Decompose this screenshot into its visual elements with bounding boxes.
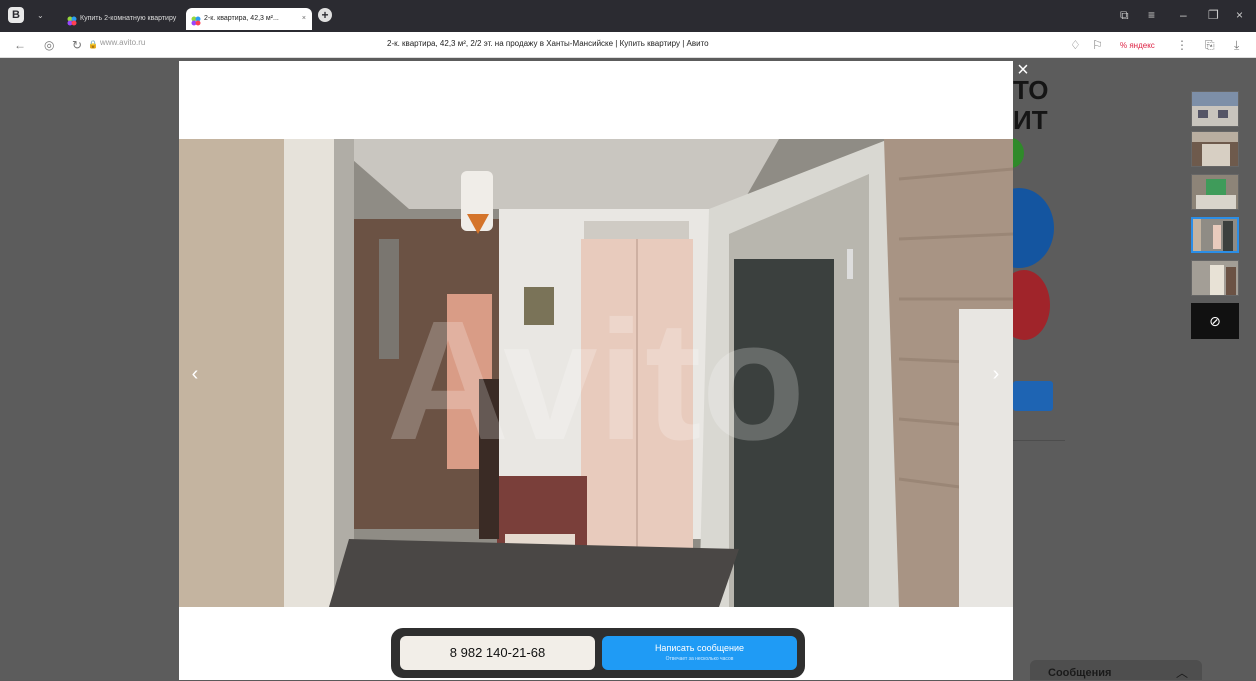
- write-message-button[interactable]: Написать сообщение Отвечает за несколько…: [602, 636, 797, 670]
- tab-label: Купить 2-комнатную квартиру: [80, 15, 177, 22]
- url-field[interactable]: www.avito.ru: [100, 38, 145, 47]
- new-tab-icon[interactable]: +: [318, 8, 332, 22]
- protect-icon[interactable]: ◎: [44, 37, 54, 53]
- tab-apartment-listing[interactable]: 2-к. квартира, 42,3 м²... ×: [186, 8, 312, 30]
- menu-icon[interactable]: ≡: [1148, 7, 1155, 23]
- messages-label: Сообщения: [1048, 667, 1112, 679]
- thumbnail-balcony[interactable]: [1191, 131, 1239, 167]
- response-time-label: Отвечает за несколько часов: [665, 656, 734, 662]
- avito-watermark: Avito: [387, 286, 806, 476]
- thumbnail-room[interactable]: [1191, 260, 1239, 296]
- messages-widget[interactable]: Сообщения ︿: [1030, 660, 1202, 680]
- close-window-icon[interactable]: ×: [1236, 7, 1243, 23]
- extension-icon[interactable]: ⎘: [1205, 37, 1215, 53]
- gallery-photo[interactable]: Avito: [179, 139, 1013, 607]
- shield-icon[interactable]: ♢: [1070, 37, 1081, 53]
- bg-button: [1013, 381, 1053, 411]
- lock-icon: 🔒: [88, 40, 98, 49]
- chevron-left-icon[interactable]: ‹: [180, 356, 210, 392]
- close-icon[interactable]: ×: [1012, 60, 1034, 82]
- contact-panel: 8 982 140-21-68 Написать сообщение Отвеч…: [391, 628, 805, 678]
- address-bar: ← ◎ ↻ 🔒 www.avito.ru 2-к. квартира, 42,3…: [0, 32, 1256, 58]
- write-message-label: Написать сообщение: [654, 643, 745, 653]
- reload-icon[interactable]: ↻: [72, 37, 82, 53]
- avito-favicon-icon: [191, 14, 201, 26]
- bookmarks-icon[interactable]: ⧉: [1120, 7, 1129, 23]
- restore-icon[interactable]: ❐: [1208, 7, 1219, 23]
- chevron-down-icon[interactable]: ⌄: [37, 8, 44, 24]
- avito-favicon-icon: [67, 14, 77, 26]
- thumbnail-hallway[interactable]: [1191, 217, 1239, 253]
- bg-divider: [1013, 440, 1065, 441]
- download-icon[interactable]: ⤓: [1234, 37, 1239, 53]
- tab-close-icon[interactable]: ×: [302, 8, 306, 30]
- page-title: 2-к. квартира, 42,3 м², 2/2 эт. на прода…: [387, 39, 709, 48]
- browser-tab-bar: B ⌄ Купить 2-комнатную квартиру 2-к. ква…: [0, 0, 1256, 32]
- chevron-right-icon[interactable]: ›: [981, 356, 1011, 392]
- chevron-up-icon[interactable]: ︿: [1176, 664, 1188, 681]
- translate-button[interactable]: % яндекс: [1120, 38, 1155, 54]
- thumbnail-building[interactable]: [1191, 91, 1239, 127]
- tab-label: 2-к. квартира, 42,3 м²...: [204, 15, 279, 22]
- tab-buy-apartment[interactable]: Купить 2-комнатную квартиру: [62, 8, 180, 30]
- thumbnail-more-icon[interactable]: ⊘: [1191, 303, 1239, 339]
- minimize-icon[interactable]: –: [1180, 7, 1187, 23]
- more-icon[interactable]: ⋮: [1176, 37, 1188, 53]
- browser-menu-icon[interactable]: B: [8, 7, 24, 23]
- bookmark-icon[interactable]: ⚐: [1092, 37, 1103, 53]
- back-icon[interactable]: ←: [14, 37, 26, 53]
- thumbnail-kitchen[interactable]: [1191, 174, 1239, 210]
- bg-heading-fragment: ИТ: [1013, 105, 1048, 135]
- phone-button[interactable]: 8 982 140-21-68: [400, 636, 595, 670]
